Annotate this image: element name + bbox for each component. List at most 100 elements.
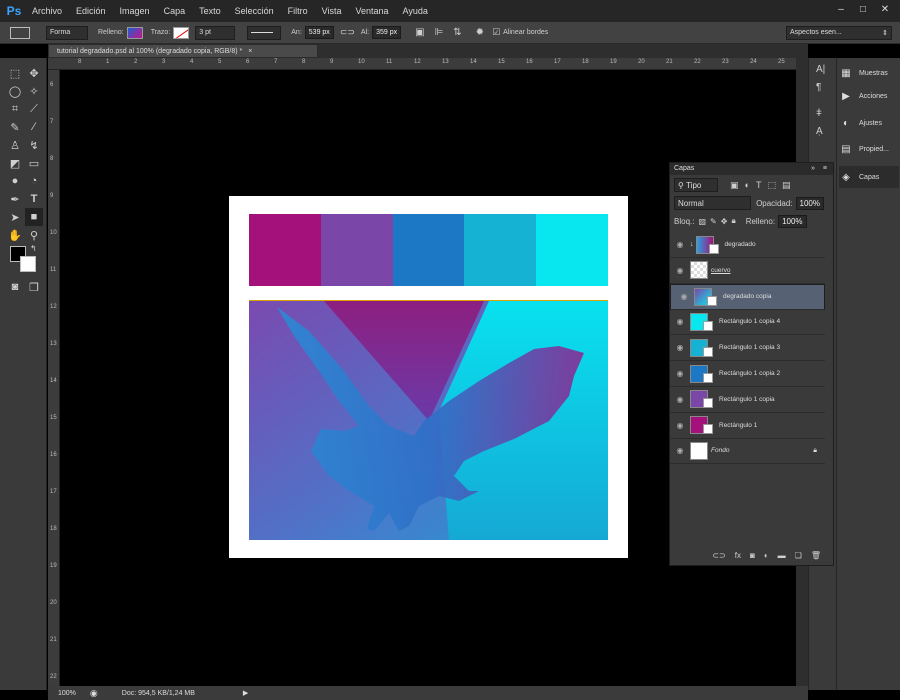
visibility-eye-icon[interactable]: ◉ [670, 369, 690, 378]
new-group-icon[interactable]: ▬ [778, 551, 786, 560]
workspace-select[interactable]: Aspectos esen... ⇕ [786, 25, 892, 40]
filter-shape-icon[interactable]: ⬚ [767, 180, 776, 191]
minimize-button[interactable]: – [832, 3, 850, 17]
maximize-button[interactable]: □ [854, 3, 872, 17]
type-tool-icon[interactable]: T [25, 190, 43, 208]
move-tool-icon[interactable]: ✥ [25, 64, 43, 82]
clone-stamp-icon[interactable]: ♙ [6, 136, 24, 154]
menu-archivo[interactable]: Archivo [25, 0, 69, 22]
dock-ajustes[interactable]: ◐ Ajustes [839, 112, 899, 134]
menu-texto[interactable]: Texto [192, 0, 228, 22]
quick-mask-icon[interactable]: ◙ [6, 278, 24, 296]
layer-row[interactable]: ◉ Rectángulo 1 copia 4 [670, 309, 825, 336]
shape-tool-icon[interactable] [10, 26, 30, 39]
path-selection-icon[interactable]: ➤ [6, 208, 24, 226]
layer-row[interactable]: ◉ degradado copia [670, 283, 825, 310]
gradient-tool-icon[interactable]: ▭ [25, 154, 43, 172]
layer-row[interactable]: ◉ Fondo 🔒︎ [670, 438, 825, 465]
document-tab[interactable]: tutorial degradado.psd al 100% (degradad… [48, 44, 318, 58]
path-operations-icon[interactable]: ▣ [415, 27, 424, 38]
new-layer-icon[interactable]: ❏ [795, 551, 802, 560]
visibility-eye-icon[interactable]: ◉ [670, 421, 690, 430]
visibility-eye-icon[interactable]: ◉ [670, 446, 690, 455]
filter-type-icon[interactable]: T [756, 180, 762, 190]
menu-capa[interactable]: Capa [157, 0, 193, 22]
magic-wand-icon[interactable]: ✧ [25, 82, 43, 100]
filter-adjustment-icon[interactable]: ◐ [745, 180, 750, 190]
status-menu-arrow-icon[interactable]: ▶ [243, 689, 248, 697]
lock-position-icon[interactable]: ✥ [721, 217, 728, 226]
lock-pixels-icon[interactable]: ✎ [710, 217, 717, 226]
layer-row[interactable]: ◉ Rectángulo 1 copia 2 [670, 361, 825, 387]
document-canvas[interactable] [229, 196, 628, 558]
stroke-width-field[interactable]: 3 pt [195, 25, 236, 40]
blend-mode-select[interactable]: Normal [674, 196, 752, 210]
menu-imagen[interactable]: Imagen [113, 0, 157, 22]
align-edges-checkbox[interactable]: ☑ [492, 27, 500, 38]
fill-field[interactable]: 100% [778, 214, 807, 228]
zoom-level[interactable]: 100% [58, 690, 76, 697]
menu-ayuda[interactable]: Ayuda [396, 0, 435, 22]
status-icon[interactable]: ◉ [90, 688, 98, 699]
visibility-eye-icon[interactable]: ◉ [670, 395, 690, 404]
filter-pixel-icon[interactable]: ▣ [730, 180, 739, 191]
character-panel-icon[interactable]: A| [816, 64, 825, 75]
hand-tool-icon[interactable]: ✋ [6, 226, 24, 244]
menu-filtro[interactable]: Filtro [281, 0, 315, 22]
marquee-tool-icon[interactable]: ⬚ [6, 64, 24, 82]
blur-tool-icon[interactable]: ● [6, 172, 24, 190]
visibility-eye-icon[interactable]: ◉ [670, 266, 690, 275]
background-color[interactable] [20, 256, 36, 272]
paragraph-panel-icon[interactable]: ¶ [816, 82, 821, 93]
width-field[interactable]: 539 px [304, 26, 334, 39]
visibility-eye-icon[interactable]: ◉ [670, 343, 690, 352]
layer-row[interactable]: ◉ Rectángulo 1 [670, 413, 825, 439]
path-alignment-icon[interactable]: ⊫ [435, 27, 444, 38]
link-layers-icon[interactable]: ⊂⊃ [712, 551, 725, 560]
menu-ventana[interactable]: Ventana [349, 0, 396, 22]
menu-seleccion[interactable]: Selección [228, 0, 281, 22]
layer-row[interactable]: ◉ Rectángulo 1 copia 3 [670, 335, 825, 362]
history-brush-icon[interactable]: ↯ [25, 136, 43, 154]
collapse-panel-icon[interactable]: » [811, 163, 815, 175]
close-tab-icon[interactable]: × [248, 48, 252, 55]
stroke-swatch[interactable] [173, 26, 190, 39]
fill-swatch[interactable] [126, 26, 143, 39]
rectangle-tool-icon[interactable]: ■ [25, 208, 43, 226]
dock-muestras[interactable]: ▦ Muestras [839, 62, 899, 84]
pen-tool-icon[interactable]: ✒ [6, 190, 24, 208]
path-arrangement-icon[interactable]: ⇅ [453, 27, 461, 38]
swap-colors-icon[interactable]: ↰ [30, 244, 37, 253]
layer-row[interactable]: ◉ Rectángulo 1 copia [670, 387, 825, 413]
screen-mode-icon[interactable]: ❐ [25, 278, 43, 296]
link-icon[interactable]: ⊂⊃ [340, 27, 355, 38]
dock-capas[interactable]: ◈ Capas [839, 166, 899, 188]
visibility-eye-icon[interactable]: ◉ [670, 317, 690, 326]
panel-menu-icon[interactable]: ≡ [823, 163, 827, 175]
stroke-type-select[interactable] [247, 25, 282, 40]
lock-transparency-icon[interactable]: ▨ [698, 217, 706, 226]
brush-tool-icon[interactable]: ∕ [25, 118, 43, 136]
crop-tool-icon[interactable]: ⌗ [6, 100, 24, 118]
mode-select[interactable]: Forma [46, 25, 88, 40]
layer-row[interactable]: ◉ cuervo [670, 258, 825, 284]
eraser-tool-icon[interactable]: ◩ [6, 154, 24, 172]
close-button[interactable]: ✕ [876, 3, 894, 17]
height-field[interactable]: 359 px [372, 26, 402, 39]
eyedropper-icon[interactable]: ⟋ [25, 100, 43, 118]
lasso-tool-icon[interactable]: ◯ [6, 82, 24, 100]
layer-row[interactable]: ◉ ↓ degradado [670, 232, 825, 258]
glyphs-icon[interactable]: ǂ [816, 108, 822, 119]
opacity-field[interactable]: 100% [795, 196, 824, 210]
healing-brush-icon[interactable]: ✎ [6, 118, 24, 136]
adjustment-layer-icon[interactable]: ◐ [764, 551, 769, 560]
visibility-eye-icon[interactable]: ◉ [674, 292, 694, 301]
character-styles-icon[interactable]: Ạ [816, 126, 823, 137]
dock-propied[interactable]: ▤ Propied... [839, 138, 899, 160]
dock-acciones[interactable]: ▶ Acciones [839, 85, 899, 107]
dodge-tool-icon[interactable]: ◔ [25, 172, 43, 190]
menu-edicion[interactable]: Edición [69, 0, 113, 22]
lock-all-icon[interactable]: 🔒︎ [731, 216, 735, 226]
add-mask-icon[interactable]: ◙ [750, 551, 755, 560]
menu-vista[interactable]: Vista [315, 0, 349, 22]
